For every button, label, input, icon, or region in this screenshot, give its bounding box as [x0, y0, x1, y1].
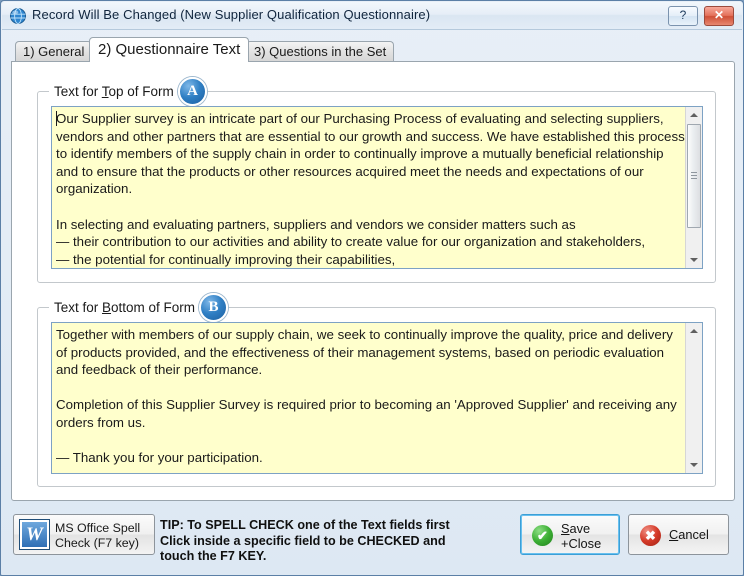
- group-bottom-legend-suffix: ottom of Form: [111, 300, 195, 315]
- tab-questionnaire-text[interactable]: 2) Questionnaire Text: [89, 37, 249, 62]
- badge-a: A: [178, 77, 207, 106]
- green-check-icon: ✔: [532, 525, 553, 546]
- scrollbar-thumb[interactable]: [687, 124, 701, 228]
- textarea-bottom-content[interactable]: Together with members of our supply chai…: [56, 326, 686, 467]
- save-label-accesskey: S: [561, 521, 570, 536]
- scroll-down-arrow-icon[interactable]: [686, 456, 702, 473]
- title-bar: Record Will Be Changed (New Supplier Qua…: [2, 2, 742, 30]
- group-top-legend-accesskey: T: [102, 84, 109, 99]
- save-button-label: Save+Close: [561, 522, 601, 551]
- save-and-close-button[interactable]: ✔ Save+Close: [520, 514, 620, 555]
- textarea-bottom-of-form[interactable]: Together with members of our supply chai…: [51, 322, 703, 474]
- tab-page: Text for Top of Form A Our Supplier surv…: [11, 61, 735, 501]
- group-text-top-of-form: Text for Top of Form A Our Supplier surv…: [37, 91, 716, 283]
- group-bottom-legend-prefix: Text for: [54, 300, 102, 315]
- red-x-icon: ✖: [640, 525, 661, 546]
- tip-text: TIP: To SPELL CHECK one of the Text fiel…: [160, 518, 450, 565]
- save-label-rest: ave: [570, 521, 591, 536]
- scrollbar-top-vertical[interactable]: [685, 107, 702, 268]
- ms-office-spell-check-button[interactable]: W MS Office Spell Check (F7 key): [13, 514, 155, 555]
- dialog-window: Record Will Be Changed (New Supplier Qua…: [0, 0, 744, 576]
- group-bottom-legend-accesskey: B: [102, 300, 111, 315]
- scroll-down-arrow-icon[interactable]: [686, 251, 702, 268]
- textarea-top-content[interactable]: Our Supplier survey is an intricate part…: [56, 110, 686, 268]
- spell-check-label: MS Office Spell Check (F7 key): [55, 521, 140, 551]
- scroll-up-arrow-icon[interactable]: [686, 107, 702, 124]
- cancel-label-accesskey: C: [669, 527, 678, 542]
- cancel-label-rest: ancel: [678, 527, 709, 542]
- close-button[interactable]: ✕: [704, 6, 734, 26]
- tab-questions-in-set[interactable]: 3) Questions in the Set: [246, 41, 394, 62]
- group-bottom-legend: Text for Bottom of Form: [49, 298, 201, 318]
- scrollbar-bottom-vertical[interactable]: [685, 323, 702, 473]
- window-title: Record Will Be Changed (New Supplier Qua…: [32, 7, 430, 22]
- cancel-button[interactable]: ✖ Cancel: [628, 514, 729, 555]
- group-top-legend-prefix: Text for: [54, 84, 102, 99]
- group-top-legend-suffix: op of Form: [109, 84, 174, 99]
- scroll-up-arrow-icon[interactable]: [686, 323, 702, 340]
- bottom-action-bar: W MS Office Spell Check (F7 key) TIP: To…: [1, 506, 744, 568]
- badge-b: B: [199, 293, 228, 322]
- word-icon: W: [20, 520, 49, 549]
- textarea-top-of-form[interactable]: Our Supplier survey is an intricate part…: [51, 106, 703, 269]
- scrollbar-grip-icon: [691, 172, 697, 180]
- globe-icon: [9, 7, 27, 25]
- tab-general[interactable]: 1) General: [15, 41, 92, 62]
- group-text-bottom-of-form: Text for Bottom of Form B Together with …: [37, 307, 716, 487]
- help-button[interactable]: ?: [668, 6, 698, 26]
- group-top-legend: Text for Top of Form: [49, 82, 180, 102]
- cancel-button-label: Cancel: [669, 528, 709, 543]
- save-label-line2: +Close: [561, 536, 601, 551]
